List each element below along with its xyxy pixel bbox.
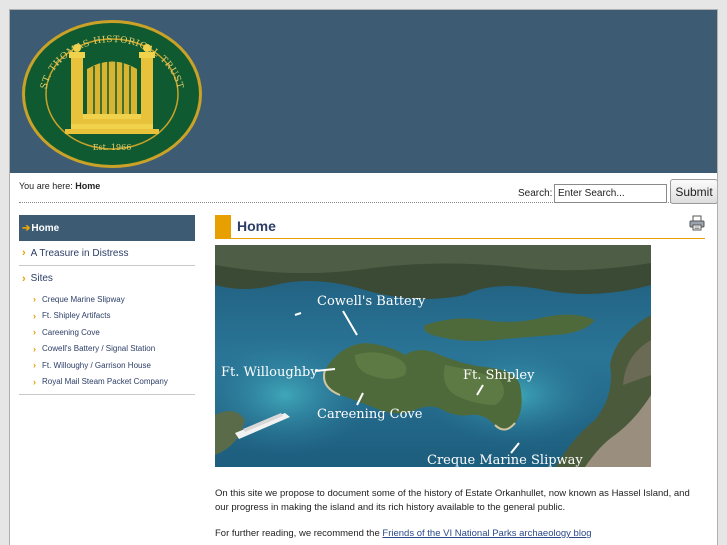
chevron-right-icon: › — [33, 376, 36, 387]
chevron-right-icon: › — [33, 310, 36, 321]
sidebar-subitem-shipley-artifacts[interactable]: › Ft. Shipley Artifacts — [19, 308, 195, 325]
sidebar-subitem-label: Ft. Willoughy / Garrison House — [42, 360, 151, 370]
sidebar-item-label: Home — [31, 222, 60, 234]
sidebar-item-label: A Treasure in Distress — [30, 247, 129, 259]
chevron-right-icon: › — [33, 294, 36, 305]
site-header: ST. THOMAS HISTORICAL TRUST — [10, 10, 717, 173]
sidebar-subitem-careening[interactable]: › Careening Cove — [19, 324, 195, 341]
arrow-right-icon: ➔ — [22, 222, 31, 234]
intro-text: On this site we propose to document some… — [215, 487, 705, 545]
sidebar-subitem-label: Royal Mail Steam Packet Company — [42, 377, 168, 387]
page-title: Home — [237, 218, 276, 234]
sidebar-subitem-royal-mail[interactable]: › Royal Mail Steam Packet Company — [19, 374, 195, 391]
chevron-right-icon: › — [33, 327, 36, 338]
search-submit-button[interactable]: Submit — [670, 179, 717, 204]
sidebar-subitem-creque[interactable]: › Creque Marine Slipway — [19, 291, 195, 308]
logo-est-text: Est. 1966 — [93, 143, 132, 152]
photo-label-willoughby: Ft. Willoughby — [221, 365, 318, 380]
sidebar-subitem-label: Cowell's Battery / Signal Station — [42, 344, 156, 354]
sidebar-item-treasure[interactable]: › A Treasure in Distress — [19, 241, 195, 266]
sidebar-subitem-label: Creque Marine Slipway — [42, 294, 125, 304]
page-frame: ST. THOMAS HISTORICAL TRUST — [9, 9, 718, 545]
archaeology-blog-link[interactable]: Friends of the VI National Parks archaeo… — [382, 528, 591, 539]
photo-label-shipley: Ft. Shipley — [463, 368, 535, 383]
photo-label-careening: Careening Cove — [317, 407, 423, 422]
chevron-right-icon: › — [33, 343, 36, 354]
sidebar-item-label: Sites — [30, 273, 53, 284]
breadcrumb: You are here: Home — [19, 181, 100, 191]
sidebar-item-home[interactable]: ➔ Home — [19, 215, 195, 241]
reading-paragraph-prefix: For further reading, we recommend the — [215, 528, 383, 539]
sidebar-subitem-label: Ft. Shipley Artifacts — [42, 311, 111, 321]
title-accent-bar — [215, 215, 231, 238]
print-icon[interactable] — [689, 215, 705, 231]
breadcrumb-current: Home — [75, 181, 101, 191]
reading-paragraph: For further reading, we recommend the Fr… — [215, 527, 705, 541]
sidebar-subitem-label: Careening Cove — [42, 327, 100, 337]
chevron-right-icon: › — [22, 247, 26, 259]
page-title-row: Home — [215, 215, 705, 239]
sites-subnav: › Creque Marine Slipway › Ft. Shipley Ar… — [19, 291, 195, 395]
breadcrumb-bar: You are here: Home Search: Submit — [19, 179, 717, 204]
intro-paragraph: On this site we propose to document some… — [215, 488, 690, 513]
hassel-island-aerial-photo: Cowell's Battery Ft. Willoughby Ft. Ship… — [215, 245, 651, 467]
chevron-right-icon: › — [22, 272, 26, 285]
search-label: Search: — [518, 188, 553, 199]
sidebar-subitem-cowell[interactable]: › Cowell's Battery / Signal Station — [19, 341, 195, 358]
sidebar-item-sites[interactable]: › Sites — [19, 266, 195, 291]
sidebar-nav: ➔ Home › A Treasure in Distress › Sites … — [19, 215, 195, 395]
sidebar-subitem-willoughy[interactable]: › Ft. Willoughy / Garrison House — [19, 357, 195, 374]
trust-logo[interactable]: ST. THOMAS HISTORICAL TRUST — [19, 14, 205, 168]
photo-label-creque: Creque Marine Slipway — [427, 453, 583, 467]
search-input[interactable] — [554, 184, 667, 203]
main-content: Home Cowell's Battery Ft. Willoughby Ft.… — [215, 215, 705, 539]
breadcrumb-prefix: You are here: — [19, 181, 73, 191]
chevron-right-icon: › — [33, 360, 36, 371]
photo-label-cowell: Cowell's Battery — [317, 294, 426, 309]
